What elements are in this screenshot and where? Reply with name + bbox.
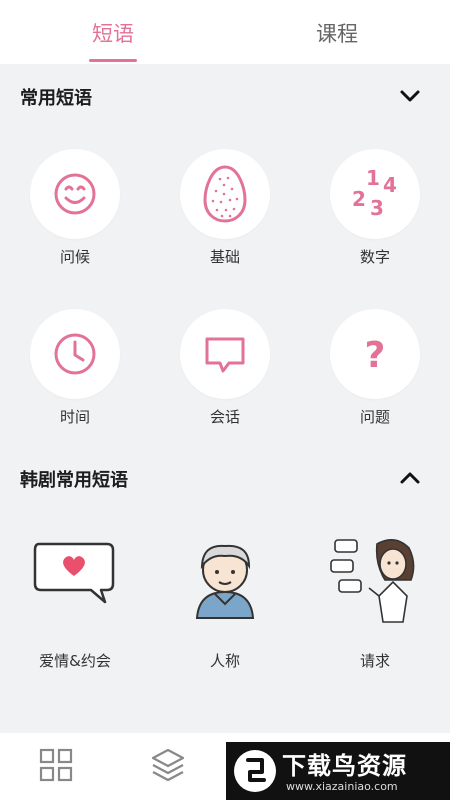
question-icon: ? — [365, 335, 386, 376]
chevron-down-icon[interactable] — [398, 86, 422, 106]
watermark-title: 下载鸟资源 — [282, 752, 407, 780]
clock-icon — [54, 333, 96, 375]
section-common-phrases-header[interactable]: 常用短语 — [0, 68, 450, 124]
section-kdrama-phrases-header[interactable]: 韩剧常用短语 — [0, 450, 450, 506]
smiley-icon — [54, 173, 96, 215]
category-label: 问候 — [59, 248, 90, 266]
chat-icon — [205, 337, 245, 373]
category-person[interactable]: 人称 — [150, 530, 300, 670]
category-label: 会话 — [209, 408, 240, 426]
category-label: 请求 — [359, 652, 390, 670]
section-title: 常用短语 — [20, 88, 92, 109]
category-label: 爱情&约会 — [39, 652, 111, 670]
category-conversation[interactable]: 会话 — [150, 309, 300, 439]
girl-speech-icon — [330, 539, 415, 623]
person-icon — [195, 544, 255, 619]
bird-logo — [234, 750, 276, 792]
layers-icon[interactable] — [150, 747, 186, 783]
watermark-banner: 下载鸟资源 www.xiazainiao.com — [226, 742, 450, 800]
category-basics[interactable]: 基础 — [150, 149, 300, 279]
category-label: 人称 — [209, 652, 240, 670]
number-3: 3 — [370, 196, 384, 220]
egg-icon — [203, 165, 247, 223]
heart-bubble-icon — [33, 542, 115, 604]
question-mark: ? — [365, 335, 386, 376]
category-time[interactable]: 时间 — [0, 309, 150, 439]
category-greetings[interactable]: 问候 — [0, 149, 150, 279]
category-label: 基础 — [209, 248, 240, 266]
numbers-icon: 1 4 2 3 — [352, 166, 397, 220]
number-2: 2 — [352, 187, 366, 211]
category-label: 时间 — [59, 408, 90, 426]
watermark-url: www.xiazainiao.com — [286, 780, 398, 793]
category-love-dating[interactable]: 爱情&约会 — [0, 530, 150, 670]
category-label: 问题 — [359, 408, 390, 426]
category-request[interactable]: 请求 — [300, 530, 450, 670]
category-label: 数字 — [359, 248, 390, 266]
number-4: 4 — [383, 173, 397, 197]
tab-phrases[interactable]: 短语 — [73, 18, 153, 48]
tab-courses[interactable]: 课程 — [297, 18, 377, 48]
category-numbers[interactable]: 1 4 2 3 数字 — [300, 149, 450, 279]
chevron-up-icon[interactable] — [398, 468, 422, 488]
category-questions[interactable]: ? 问题 — [300, 309, 450, 439]
number-1: 1 — [366, 166, 380, 190]
active-tab-indicator — [89, 59, 137, 62]
section-title: 韩剧常用短语 — [20, 470, 128, 491]
top-tab-bar: 短语 课程 — [0, 0, 450, 64]
grid-icon[interactable] — [38, 747, 74, 783]
